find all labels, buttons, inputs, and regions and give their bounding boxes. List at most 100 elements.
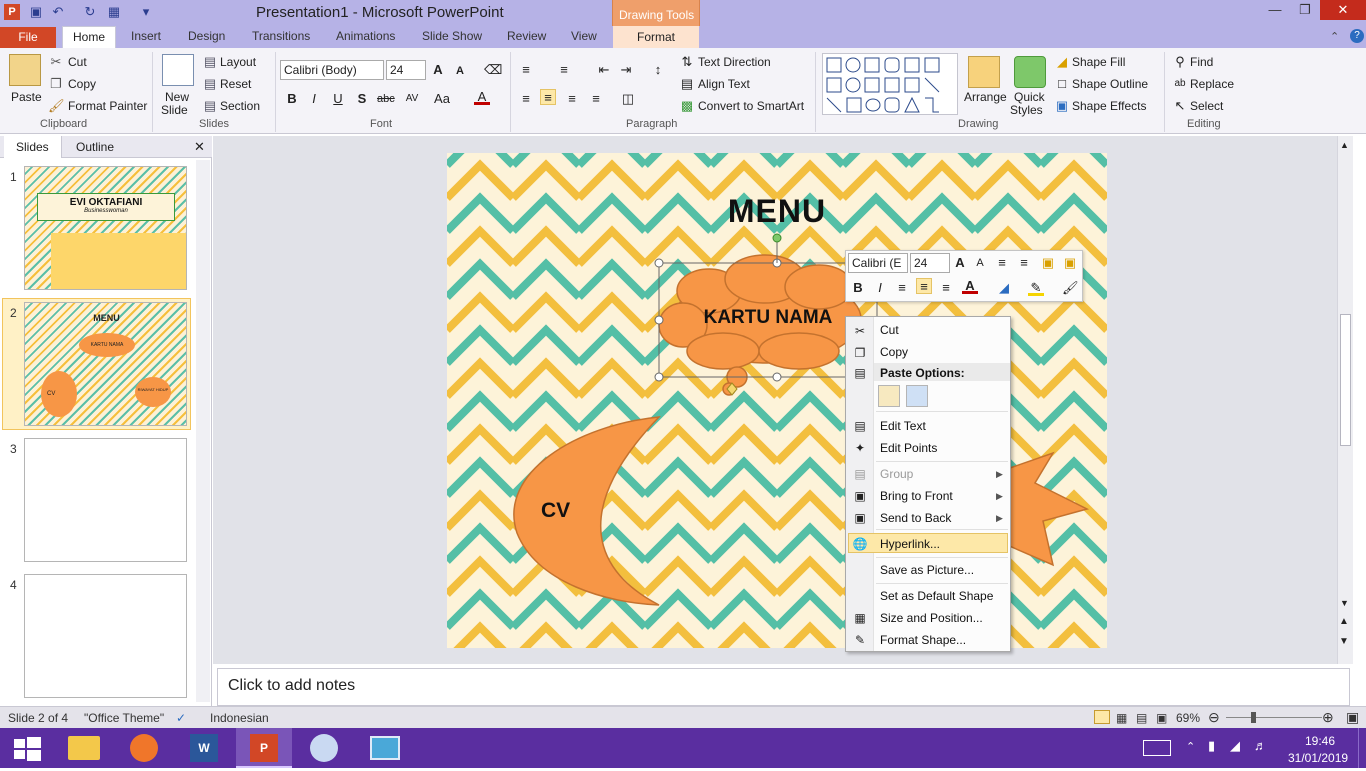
shapes-gallery[interactable]: [822, 53, 958, 115]
align-center-icon[interactable]: ≡: [540, 89, 556, 105]
cut-icon[interactable]: ✂: [48, 54, 64, 70]
status-theme[interactable]: "Office Theme": [84, 711, 164, 725]
mini-shape-outline-icon[interactable]: ▣: [1062, 255, 1078, 271]
mini-font-combo[interactable]: Calibri (E: [848, 253, 908, 273]
photos-icon[interactable]: [356, 728, 412, 768]
format-painter-icon[interactable]: 🖌: [48, 98, 65, 114]
layout-button[interactable]: Layout: [220, 55, 256, 69]
mini-align-right-icon[interactable]: ≡: [938, 280, 954, 296]
menu-item-edit-points[interactable]: Edit Points: [880, 441, 937, 455]
notes-pane[interactable]: Click to add notes: [217, 668, 1350, 706]
line-spacing-icon[interactable]: ↕: [650, 62, 666, 78]
replace-icon[interactable]: ab: [1172, 76, 1188, 92]
section-icon[interactable]: ▤: [202, 98, 218, 114]
scroll-up-icon[interactable]: ▲: [1340, 140, 1349, 150]
format-painter-button[interactable]: Format Painter: [68, 99, 147, 113]
tab-file[interactable]: File: [0, 27, 56, 48]
scroll-down-icon[interactable]: ▼: [1340, 598, 1349, 608]
tab-transitions[interactable]: Transitions: [252, 29, 310, 43]
new-slide-icon[interactable]: [162, 54, 194, 86]
shadow-icon[interactable]: S: [354, 91, 370, 107]
quick-styles-label-1[interactable]: Quick: [1014, 90, 1045, 104]
restore-button[interactable]: ❐: [1290, 0, 1320, 20]
slide-thumbnail-4[interactable]: [24, 574, 187, 698]
paste-button[interactable]: Paste: [11, 90, 42, 104]
redo-icon[interactable]: ↻: [82, 4, 98, 20]
grow-font-icon[interactable]: A: [430, 62, 446, 78]
shape-fill-icon[interactable]: ◢: [1054, 54, 1070, 70]
align-text-icon[interactable]: ▤: [679, 76, 695, 92]
start-button[interactable]: [0, 728, 56, 768]
slide-thumbnail-2[interactable]: MENU KARTU NAMA CV RIWAYAT HIDUP: [24, 302, 187, 426]
tab-design[interactable]: Design: [188, 29, 225, 43]
slide-sorter-icon[interactable]: ▦: [1116, 711, 1127, 725]
file-explorer-icon[interactable]: [56, 728, 112, 768]
menu-item-bring-to-front[interactable]: Bring to Front: [880, 489, 953, 503]
close-pane-icon[interactable]: ✕: [194, 139, 205, 155]
select-button[interactable]: Select: [1190, 99, 1223, 113]
new-slide-label-1[interactable]: New: [165, 90, 189, 104]
paste-keep-source-icon[interactable]: [878, 385, 900, 407]
shape-effects-button[interactable]: Shape Effects: [1072, 99, 1147, 113]
slide-title[interactable]: MENU: [447, 193, 1107, 230]
menu-item-group[interactable]: Group: [880, 467, 913, 481]
paint-icon[interactable]: [296, 728, 352, 768]
bullets-icon[interactable]: ≡: [518, 62, 534, 78]
notes-placeholder[interactable]: Click to add notes: [228, 677, 355, 695]
save-icon[interactable]: ▣: [28, 4, 44, 20]
paste-picture-icon[interactable]: [906, 385, 928, 407]
copy-button[interactable]: Copy: [68, 77, 96, 91]
tab-review[interactable]: Review: [507, 29, 546, 43]
battery-icon[interactable]: ▮: [1208, 738, 1215, 754]
cloud-text[interactable]: KARTU NAMA: [693, 307, 843, 329]
mini-decrease-indent-icon[interactable]: ≡: [994, 255, 1010, 271]
menu-item-format-shape[interactable]: Format Shape...: [880, 633, 966, 647]
tab-format[interactable]: Format: [613, 26, 699, 48]
pane-scrollbar[interactable]: [196, 160, 210, 702]
mini-align-left-icon[interactable]: ≡: [894, 280, 910, 296]
reset-icon[interactable]: ▤: [202, 76, 218, 92]
italic-icon[interactable]: I: [306, 91, 322, 107]
help-icon[interactable]: ?: [1350, 29, 1364, 43]
tab-slides-pane[interactable]: Slides: [4, 136, 62, 158]
smartart-button[interactable]: Convert to SmartArt: [698, 99, 804, 113]
reading-view-icon[interactable]: ▤: [1136, 711, 1147, 725]
zoom-in-icon[interactable]: ⊕: [1322, 709, 1334, 726]
powerpoint-taskbar-icon[interactable]: P: [236, 728, 292, 768]
font-name-combo[interactable]: Calibri (Body): [280, 60, 384, 80]
keyboard-icon[interactable]: [1143, 740, 1171, 756]
tab-animations[interactable]: Animations: [336, 29, 395, 43]
powerpoint-logo-icon[interactable]: P: [4, 4, 20, 20]
decrease-indent-icon[interactable]: ⇤: [596, 62, 612, 78]
paste-icon[interactable]: [9, 54, 41, 86]
new-slide-label-2[interactable]: Slide: [161, 103, 188, 117]
section-button[interactable]: Section: [220, 99, 260, 113]
shape-effects-icon[interactable]: ▣: [1054, 98, 1070, 114]
mini-shape-fill-icon[interactable]: ▣: [1040, 255, 1056, 271]
slide-thumbnail-1[interactable]: EVI OKTAFIANI Businesswoman: [24, 166, 187, 290]
mini-shrink-font-icon[interactable]: A: [972, 255, 988, 271]
slide-thumbnail-3[interactable]: [24, 438, 187, 562]
tab-slideshow[interactable]: Slide Show: [422, 29, 482, 43]
align-right-icon[interactable]: ≡: [564, 91, 580, 107]
spell-check-icon[interactable]: ✓: [176, 711, 186, 725]
tab-outline-pane[interactable]: Outline: [64, 136, 126, 158]
char-spacing-icon[interactable]: AV: [404, 91, 420, 107]
tab-view[interactable]: View: [571, 29, 597, 43]
shape-outline-icon[interactable]: □: [1054, 76, 1070, 92]
show-desktop-button[interactable]: [1358, 728, 1366, 768]
find-button[interactable]: Find: [1190, 55, 1213, 69]
change-case-icon[interactable]: Aa: [434, 91, 450, 107]
mini-bold-icon[interactable]: B: [850, 280, 866, 296]
tab-insert[interactable]: Insert: [131, 29, 161, 43]
clear-format-icon[interactable]: ⌫: [484, 62, 502, 78]
mini-fill-icon[interactable]: ◢: [996, 280, 1012, 296]
text-direction-icon[interactable]: ⇅: [679, 54, 695, 70]
network-icon[interactable]: ◢: [1230, 738, 1240, 754]
close-button[interactable]: ✕: [1320, 0, 1366, 20]
zoom-slider-thumb[interactable]: [1251, 712, 1256, 723]
mini-align-center-icon[interactable]: ≡: [916, 278, 932, 294]
volume-icon[interactable]: ♬: [1254, 738, 1267, 753]
mini-size-combo[interactable]: 24: [910, 253, 950, 273]
menu-item-copy[interactable]: Copy: [880, 345, 908, 359]
